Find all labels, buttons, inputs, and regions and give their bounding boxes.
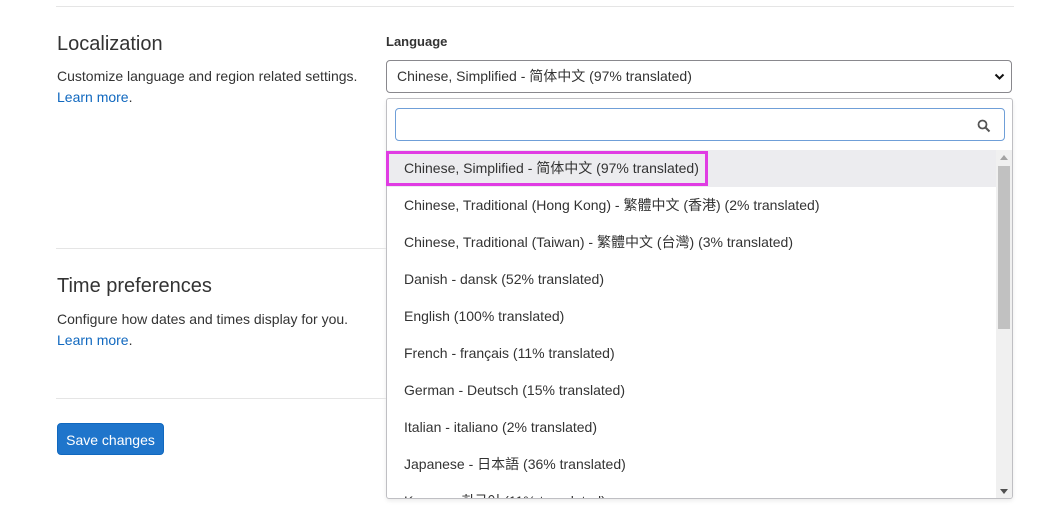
divider — [56, 398, 386, 399]
time-preferences-title: Time preferences — [57, 275, 212, 297]
language-option[interactable]: Korean - 한국어 (11% translated) — [387, 483, 996, 498]
language-search — [395, 108, 1005, 141]
scroll-up-arrow-icon[interactable] — [1000, 155, 1008, 160]
localization-description-text: Customize language and region related se… — [57, 68, 358, 84]
localization-learn-more-link[interactable]: Learn more — [57, 89, 129, 105]
language-option[interactable]: German - Deutsch (15% translated) — [387, 372, 996, 409]
language-label: Language — [386, 34, 448, 49]
time-preferences-learn-more-suffix: . — [128, 332, 133, 348]
dropdown-scrollbar[interactable] — [996, 150, 1012, 498]
language-option[interactable]: Chinese, Simplified - 简体中文 (97% translat… — [387, 150, 996, 187]
language-option[interactable]: Chinese, Traditional (Hong Kong) - 繁體中文 … — [387, 187, 996, 224]
time-preferences-description-text: Configure how dates and times display fo… — [57, 311, 349, 327]
time-preferences-description: Configure how dates and times display fo… — [57, 309, 377, 351]
localization-title: Localization — [57, 33, 163, 55]
search-icon — [977, 119, 991, 133]
save-changes-button[interactable]: Save changes — [57, 423, 164, 455]
language-option[interactable]: English (100% translated) — [387, 298, 996, 335]
localization-description: Customize language and region related se… — [57, 66, 377, 108]
language-option[interactable]: French - français (11% translated) — [387, 335, 996, 372]
preferences-page: Localization Customize language and regi… — [0, 0, 1060, 521]
divider — [56, 248, 386, 249]
divider — [56, 6, 1014, 7]
language-option[interactable]: Japanese - 日本語 (36% translated) — [387, 446, 996, 483]
localization-learn-more-suffix: . — [128, 89, 133, 105]
language-select-value: Chinese, Simplified - 简体中文 (97% translat… — [397, 68, 692, 84]
scrollbar-thumb[interactable] — [998, 166, 1010, 329]
language-select[interactable]: Chinese, Simplified - 简体中文 (97% translat… — [386, 60, 1012, 93]
chevron-down-icon — [994, 61, 1005, 92]
scroll-down-arrow-icon[interactable] — [1000, 489, 1008, 494]
language-option[interactable]: Chinese, Traditional (Taiwan) - 繁體中文 (台灣… — [387, 224, 996, 261]
language-option[interactable]: Italian - italiano (2% translated) — [387, 409, 996, 446]
language-options-list: Chinese, Simplified - 简体中文 (97% translat… — [387, 150, 996, 498]
time-preferences-learn-more-link[interactable]: Learn more — [57, 332, 129, 348]
language-option[interactable]: Danish - dansk (52% translated) — [387, 261, 996, 298]
language-dropdown: Chinese, Simplified - 简体中文 (97% translat… — [386, 98, 1013, 499]
language-search-input[interactable] — [396, 109, 982, 140]
